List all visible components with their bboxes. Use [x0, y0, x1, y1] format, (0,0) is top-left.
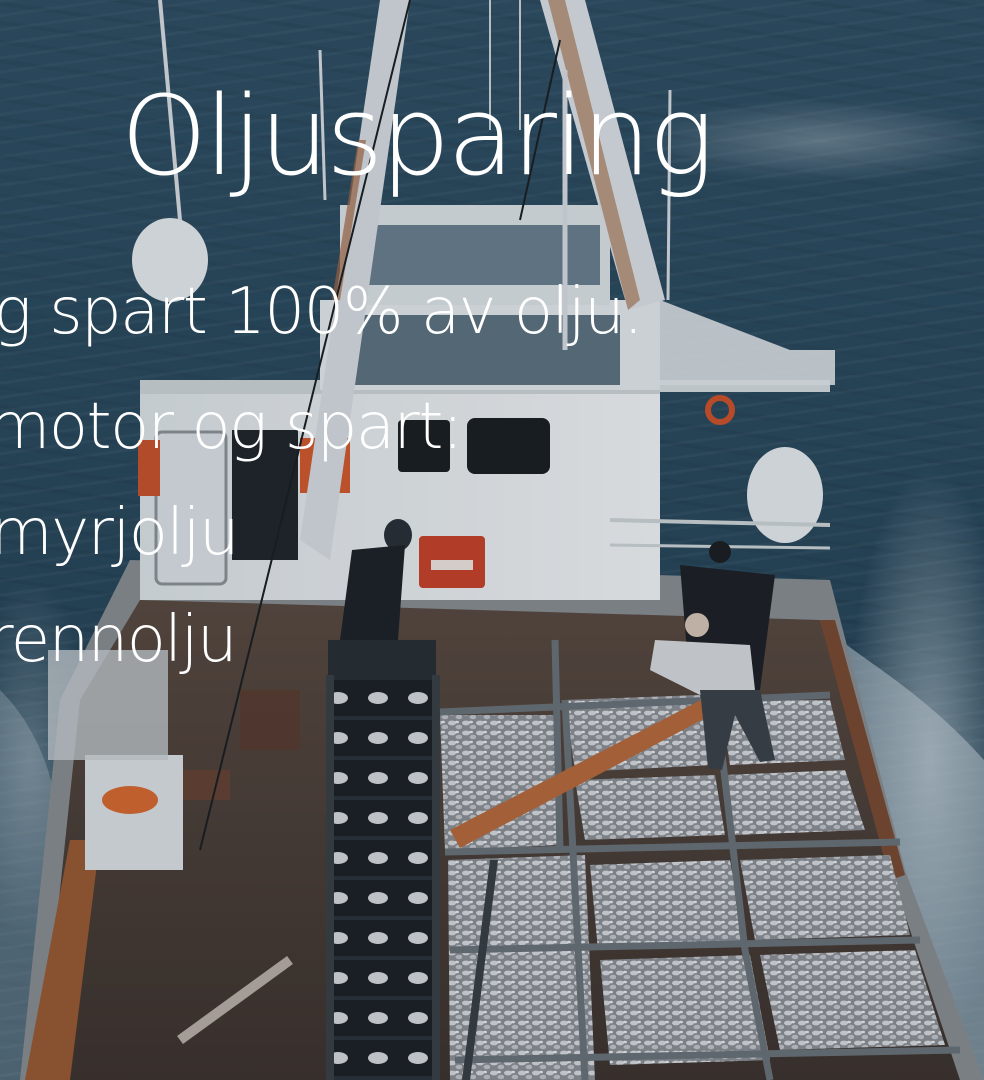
savings-line-1: og spart 100% av olju.	[0, 275, 644, 349]
savings-line-4: rennolju	[0, 603, 237, 677]
savings-line-2: smotor og spart:	[0, 390, 463, 464]
hero-section: Oljusparing og spart 100% av olju. smoto…	[0, 0, 984, 1080]
page-title: Oljusparing	[120, 72, 714, 200]
savings-line-3: myrjolju	[0, 496, 239, 570]
